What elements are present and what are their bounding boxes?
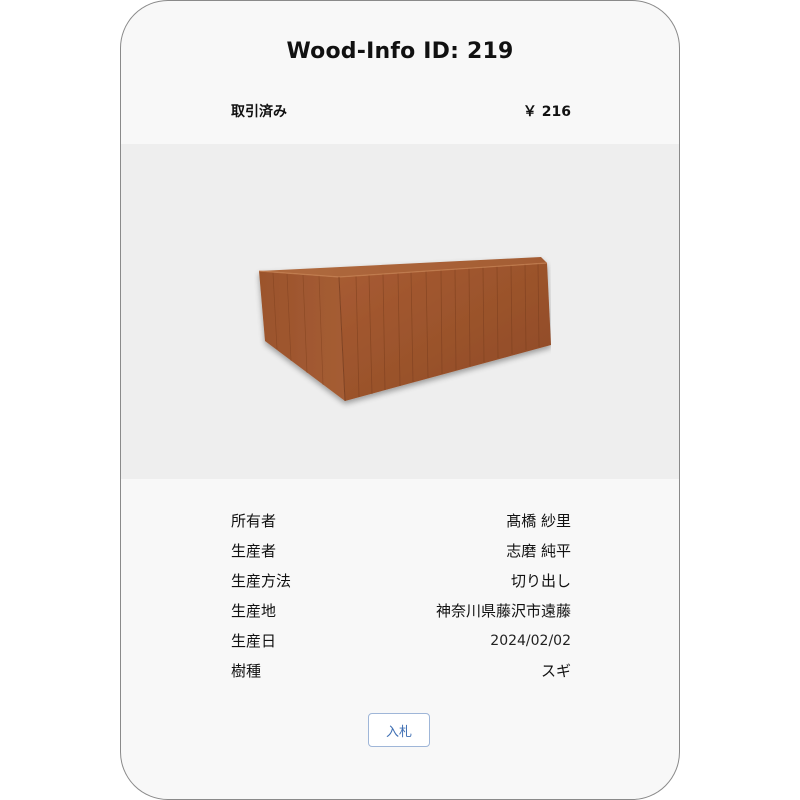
wood-info-card: Wood-Info ID: 219 取引済み ￥ 216 所有者 髙橋 紗里 生…: [120, 0, 680, 800]
wood-photo: [121, 144, 679, 479]
detail-label: 生産地: [231, 602, 277, 620]
detail-label: 生産日: [231, 632, 277, 650]
detail-value: スギ: [540, 662, 571, 680]
price-label: ￥ 216: [522, 104, 571, 120]
detail-value: 志磨 純平: [506, 542, 571, 560]
detail-list: 所有者 髙橋 紗里 生産者 志磨 純平 生産方法 切り出し 生産地 神奈川県藤沢…: [231, 511, 571, 691]
detail-row-date: 生産日 2024/02/02: [231, 631, 571, 661]
detail-value: 髙橋 紗里: [506, 512, 571, 530]
detail-label: 生産者: [231, 542, 277, 560]
detail-row-method: 生産方法 切り出し: [231, 571, 571, 601]
detail-value: 2024/02/02: [490, 633, 571, 649]
wood-block-image: [258, 257, 551, 402]
detail-value: 切り出し: [510, 572, 571, 590]
detail-label: 樹種: [231, 662, 262, 680]
detail-value: 神奈川県藤沢市遠藤: [435, 602, 571, 620]
detail-row-origin: 生産地 神奈川県藤沢市遠藤: [231, 601, 571, 631]
status-price-row: 取引済み ￥ 216: [231, 101, 571, 121]
detail-row-owner: 所有者 髙橋 紗里: [231, 511, 571, 541]
detail-row-species: 樹種 スギ: [231, 661, 571, 691]
detail-label: 所有者: [231, 512, 277, 530]
detail-label: 生産方法: [231, 572, 292, 590]
bid-button[interactable]: 入札: [368, 713, 430, 747]
detail-row-producer: 生産者 志磨 純平: [231, 541, 571, 571]
page-title: Wood-Info ID: 219: [286, 39, 514, 64]
status-label: 取引済み: [231, 104, 287, 120]
